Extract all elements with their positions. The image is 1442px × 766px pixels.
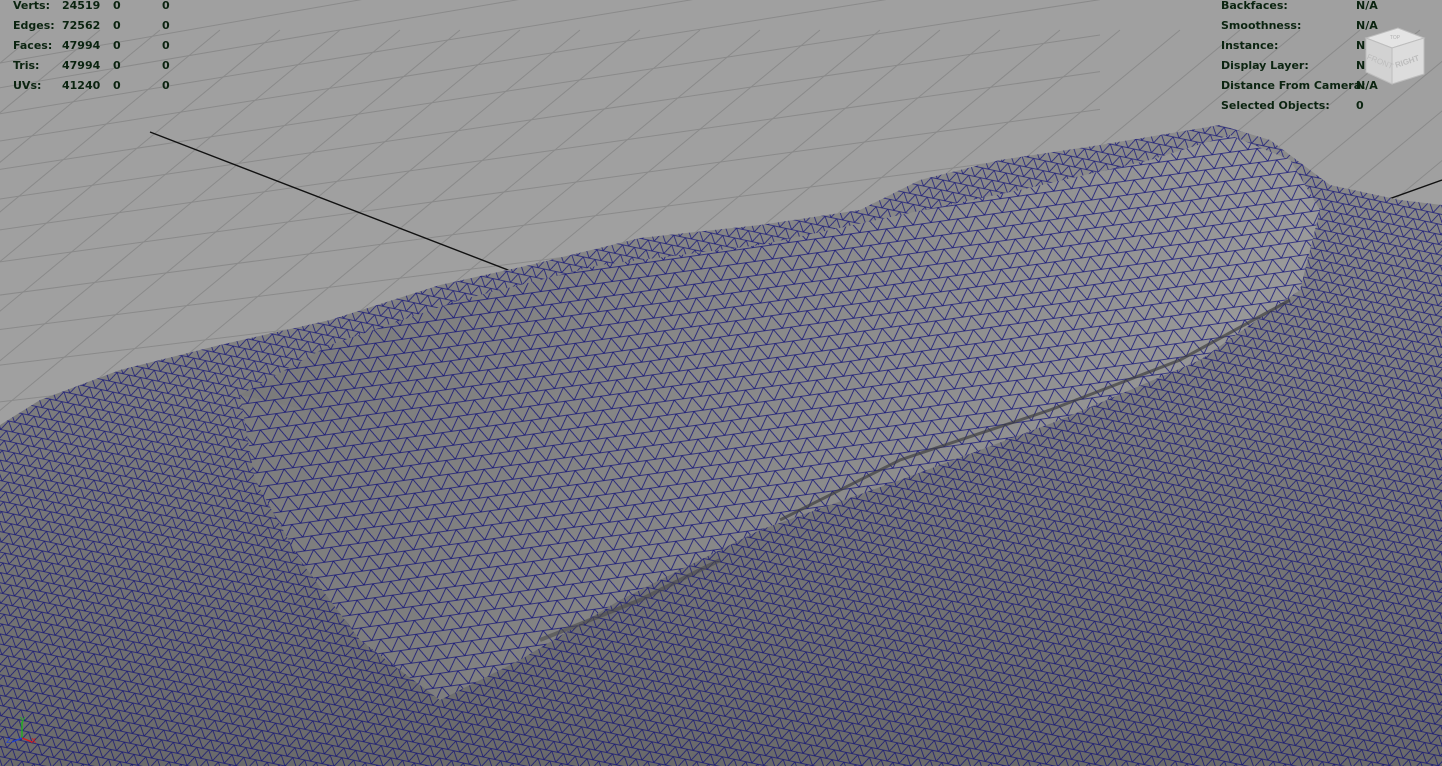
stat-value: 41240 [62, 79, 101, 92]
stat-value: 0 [162, 79, 170, 92]
stat-row-uvs: UVs: 41240 0 0 [13, 76, 213, 96]
stat-row-faces: Faces: 47994 0 0 [13, 36, 213, 56]
view-cube-top-label: TOP [1390, 35, 1401, 41]
stat-value: 47994 [62, 39, 101, 52]
stat-value: 0 [113, 0, 121, 12]
stat-value: 72562 [62, 19, 101, 32]
prop-label: Display Layer: [1221, 59, 1309, 72]
stat-value: 0 [113, 39, 121, 52]
stat-value: 0 [113, 79, 121, 92]
stat-value: 0 [113, 59, 121, 72]
axis-gizmo: y x z [6, 715, 37, 746]
prop-label: Instance: [1221, 39, 1279, 52]
axis-y-label: y [20, 715, 26, 725]
stat-value: 0 [162, 19, 170, 32]
prop-row-backfaces: Backfaces: N/A [1221, 0, 1401, 16]
prop-label: Smoothness: [1221, 19, 1302, 32]
stat-value: 0 [113, 19, 121, 32]
prop-value: 0 [1356, 99, 1364, 112]
stat-label: Edges: [13, 19, 55, 32]
axis-x-label: x [31, 736, 37, 746]
prop-label: Selected Objects: [1221, 99, 1330, 112]
stat-row-verts: Verts: 24519 0 0 [13, 0, 213, 16]
stat-value: 24519 [62, 0, 101, 12]
stat-value: 0 [162, 59, 170, 72]
stat-value: 47994 [62, 59, 101, 72]
prop-label: Distance From Camera: [1221, 79, 1366, 92]
stat-value: 0 [162, 0, 170, 12]
stat-label: UVs: [13, 79, 42, 92]
stat-label: Faces: [13, 39, 53, 52]
3d-viewport[interactable]: Verts: 24519 0 0 Edges: 72562 0 0 Faces:… [0, 0, 1442, 766]
stat-row-tris: Tris: 47994 0 0 [13, 56, 213, 76]
prop-row-selected: Selected Objects: 0 [1221, 96, 1401, 116]
stat-row-edges: Edges: 72562 0 0 [13, 16, 213, 36]
stat-value: 0 [162, 39, 170, 52]
axis-z-label: z [6, 736, 11, 746]
stat-label: Tris: [13, 59, 40, 72]
terrain-mesh [0, 125, 1442, 766]
stat-label: Verts: [13, 0, 51, 12]
poly-count-hud: Verts: 24519 0 0 Edges: 72562 0 0 Faces:… [13, 0, 213, 96]
view-cube[interactable]: TOP FRONT RIGHT [1362, 24, 1428, 90]
prop-value: N/A [1356, 0, 1378, 12]
prop-label: Backfaces: [1221, 0, 1288, 12]
